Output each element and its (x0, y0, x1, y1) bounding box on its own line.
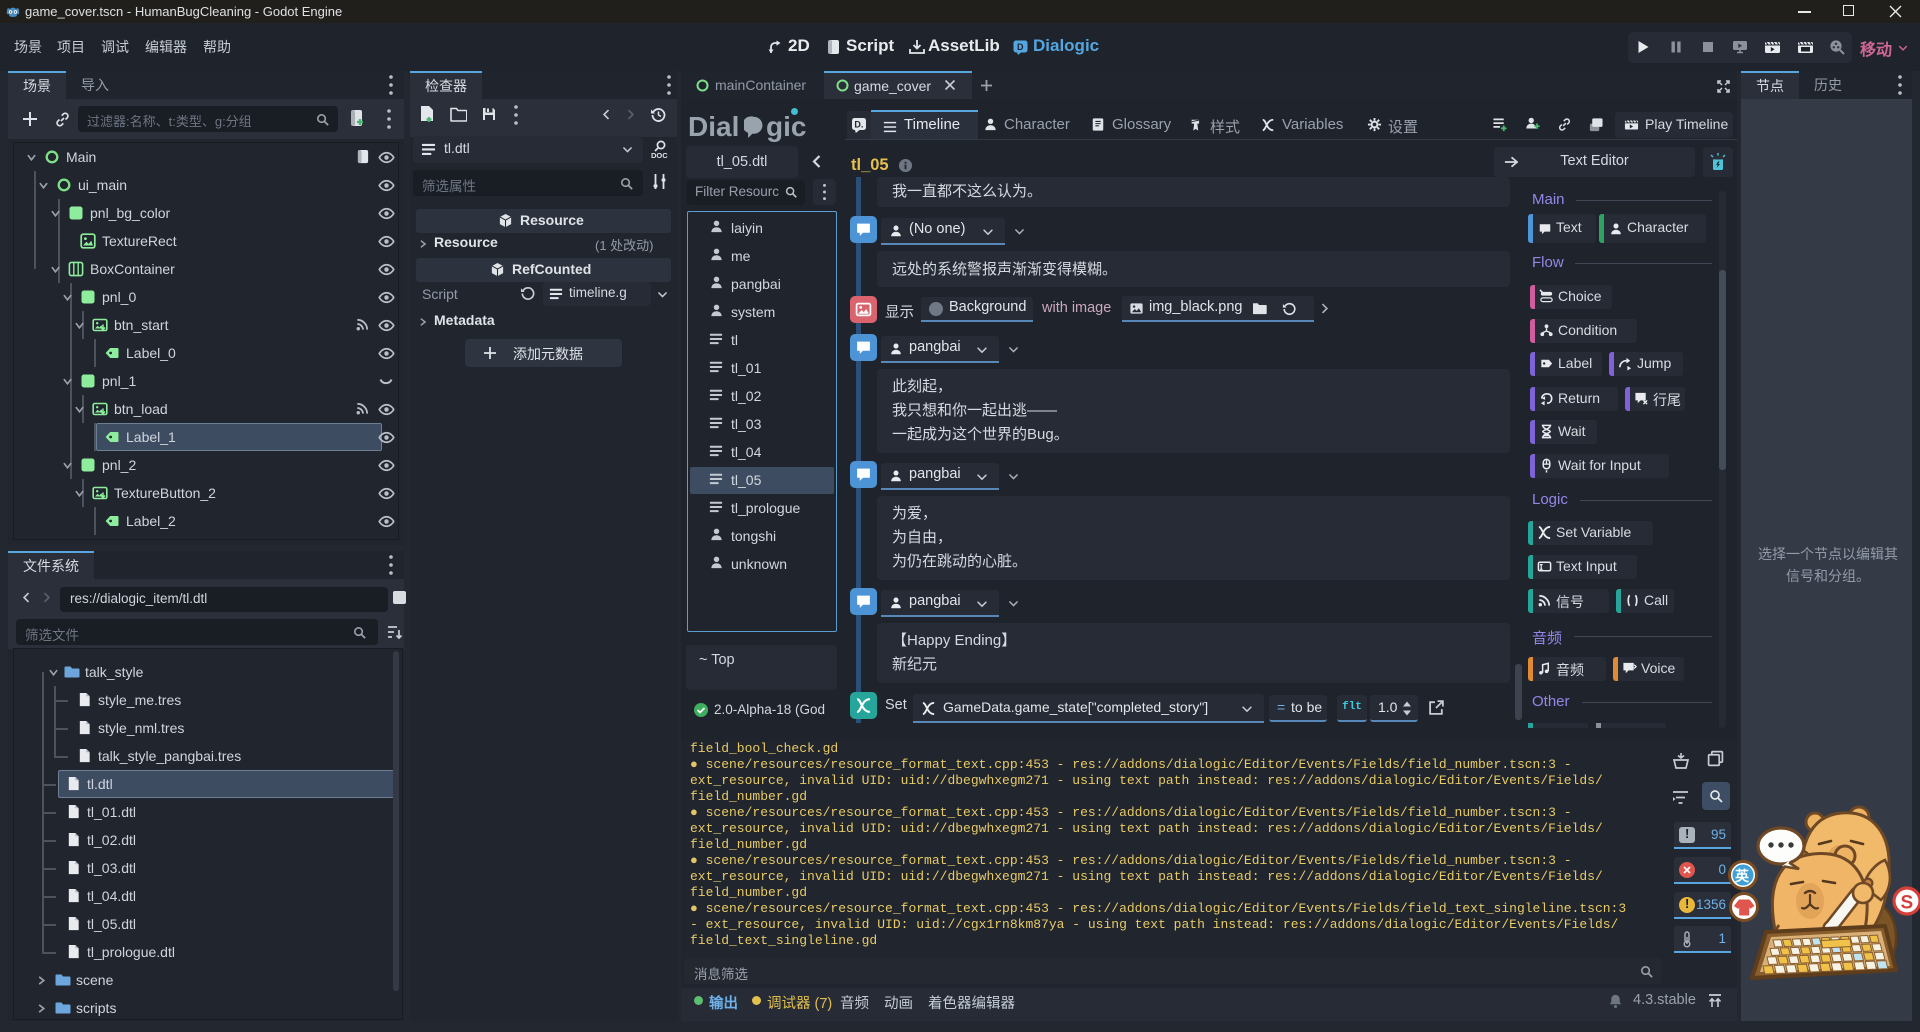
svg-text:DOC: DOC (651, 151, 668, 160)
svg-text:D.: D. (854, 120, 863, 130)
svg-text:D: D (1017, 42, 1024, 52)
svg-text:S: S (1901, 893, 1914, 914)
svg-text:英: 英 (1734, 868, 1750, 884)
